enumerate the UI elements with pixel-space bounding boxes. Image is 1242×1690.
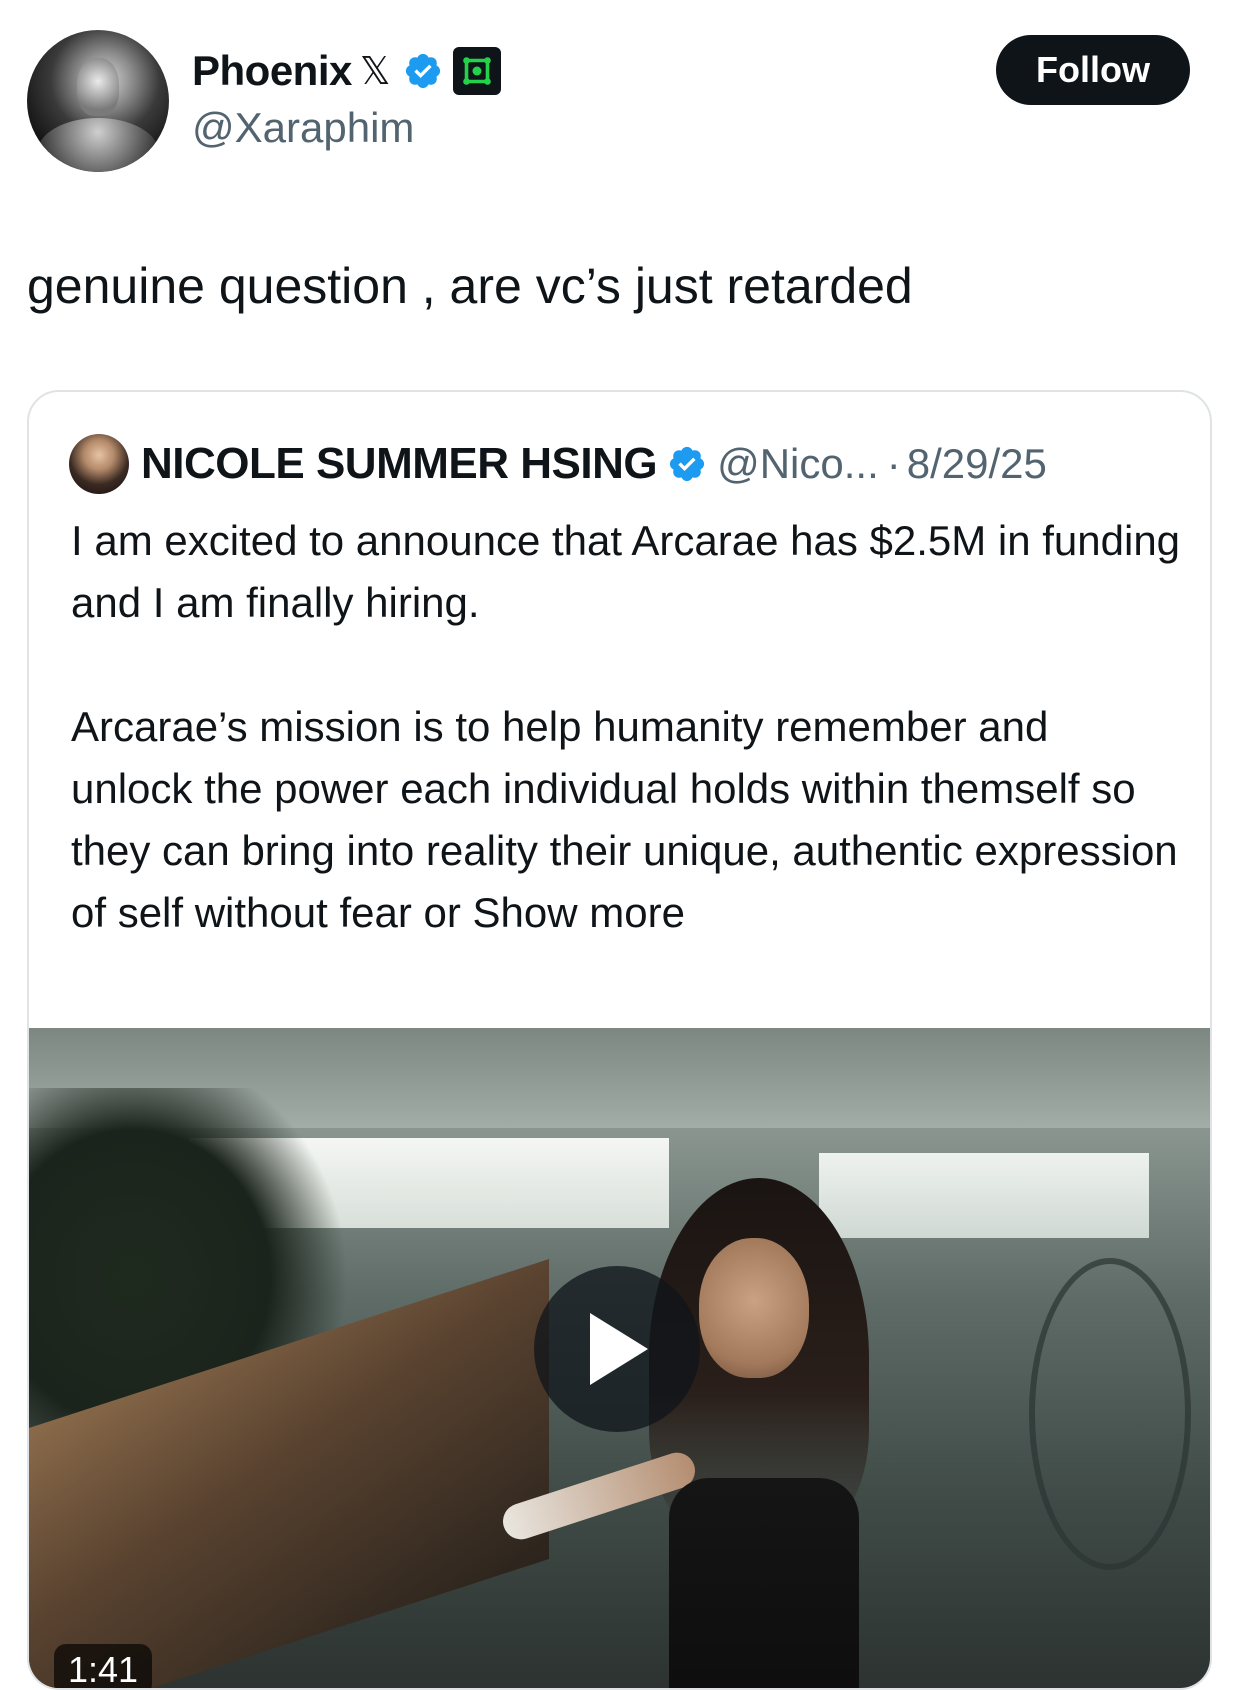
tweet-text: genuine question , are vc’s just retarde…	[27, 258, 913, 314]
green-affiliate-icon[interactable]	[452, 47, 501, 95]
person-head	[699, 1238, 809, 1378]
author-avatar[interactable]	[27, 30, 169, 172]
play-icon	[590, 1313, 648, 1385]
quoted-tweet-body: I am excited to announce that Arcarae ha…	[71, 510, 1181, 944]
author-display-name[interactable]: Phoenix	[192, 47, 352, 95]
quoted-author-handle[interactable]: @Nico...	[717, 440, 879, 488]
show-more-link[interactable]: Show more	[473, 889, 685, 936]
quoted-tweet-date[interactable]: 8/29/25	[907, 440, 1047, 488]
avatar-face	[77, 58, 119, 116]
video-thumbnail[interactable]: 1:41	[29, 1028, 1210, 1688]
scene-person	[498, 1178, 889, 1688]
person-torso	[669, 1478, 859, 1688]
verified-badge-icon	[405, 53, 440, 89]
author-handle[interactable]: @Xaraphim	[192, 104, 414, 152]
video-duration-badge: 1:41	[54, 1644, 153, 1688]
scene-bicycle	[1029, 1258, 1191, 1570]
quoted-author-avatar[interactable]	[69, 434, 129, 494]
quoted-tweet-header: NICOLE SUMMER HSING @Nico... · 8/29/25	[69, 434, 1047, 494]
affiliate-logo-icon	[462, 57, 491, 85]
quoted-tweet-card[interactable]: NICOLE SUMMER HSING @Nico... · 8/29/25 I…	[27, 390, 1212, 1690]
quoted-tweet-paragraph: Arcarae’s mission is to help humanity re…	[71, 696, 1181, 944]
verified-badge-icon	[669, 446, 705, 482]
quoted-author-name[interactable]: NICOLE SUMMER HSING	[141, 439, 658, 489]
author-name-row: Phoenix 𝕏	[192, 44, 501, 98]
play-button[interactable]	[534, 1266, 700, 1432]
meta-separator: ·	[886, 440, 901, 487]
follow-button[interactable]: Follow	[996, 35, 1190, 105]
quoted-tweet-paragraph: I am excited to announce that Arcarae ha…	[71, 517, 1181, 626]
x-logo-glyph: 𝕏	[359, 50, 391, 93]
avatar-shoulders	[37, 118, 159, 172]
